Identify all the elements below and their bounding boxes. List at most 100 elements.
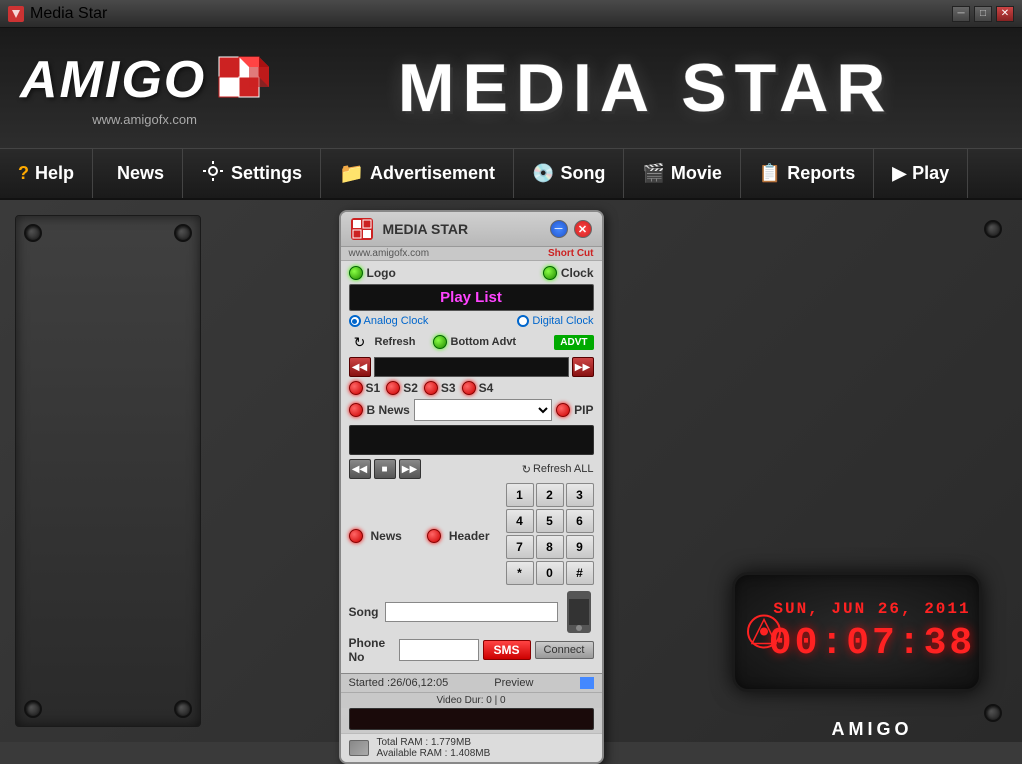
maximize-button[interactable]: □	[974, 6, 992, 22]
title-bar: Media Star ─ □ ✕	[0, 0, 1022, 28]
s2-item[interactable]: S2	[386, 381, 418, 395]
dark-strip	[349, 708, 594, 730]
minimize-button[interactable]: ─	[952, 6, 970, 22]
s4-item[interactable]: S4	[462, 381, 494, 395]
connect-button[interactable]: Connect	[535, 641, 594, 659]
analog-clock-radio[interactable]	[349, 315, 361, 327]
clock-led[interactable]	[543, 266, 557, 280]
s2-label: S2	[403, 381, 418, 395]
analog-clock-label: Analog Clock	[364, 315, 429, 327]
numpad-key-7[interactable]: 7	[506, 535, 534, 559]
nav-advertisement[interactable]: 📁 Advertisement	[321, 149, 514, 198]
preview-indicator	[580, 677, 594, 689]
song-row: Song	[349, 591, 594, 633]
vid-forward-button[interactable]: ▶▶	[399, 459, 421, 479]
widget-close-button[interactable]: ✕	[574, 220, 592, 238]
clock-wrapper: SUN, JUN 26, 2011 00:07:38 AMIGO	[742, 572, 1002, 722]
logo-led[interactable]	[349, 266, 363, 280]
black-strip	[349, 425, 594, 455]
vid-stop-button[interactable]: ■	[374, 459, 396, 479]
logo-label: Logo	[367, 266, 396, 280]
close-button[interactable]: ✕	[996, 6, 1014, 22]
logo-text: AMIGO	[20, 50, 206, 110]
clock-radio-row: Analog Clock Digital Clock	[349, 315, 594, 327]
refresh-all-button[interactable]: ↻ Refresh ALL	[522, 463, 594, 476]
logo-container: AMIGO www.amigofx.com	[20, 50, 269, 127]
bottom-advt-led[interactable]	[433, 335, 447, 349]
phone-input[interactable]	[399, 639, 479, 661]
ram-info: Total RAM : 1.779MB Available RAM : 1.40…	[341, 733, 602, 762]
started-label: Started :26/06,12:05	[349, 677, 449, 689]
numpad-key-2[interactable]: 2	[536, 483, 564, 507]
s3-label: S3	[441, 381, 456, 395]
widget-title: MEDIA STAR	[383, 221, 544, 237]
digital-clock-radio[interactable]	[517, 315, 529, 327]
news-select[interactable]	[414, 399, 552, 421]
nav-help-label: Help	[35, 163, 74, 184]
title-bar-controls: ─ □ ✕	[952, 6, 1014, 22]
numpad-key-1[interactable]: 1	[506, 483, 534, 507]
phone-label: Phone No	[349, 636, 395, 664]
media-controls-row: ◀◀ ▶▶	[349, 357, 594, 377]
vid-back-button[interactable]: ◀◀	[349, 459, 371, 479]
widget: MEDIA STAR ─ ✕ www.amigofx.com Short Cut…	[339, 210, 604, 764]
s3-item[interactable]: S3	[424, 381, 456, 395]
advertisement-icon: 📁	[339, 161, 364, 186]
s1-label: S1	[366, 381, 381, 395]
s2-led[interactable]	[386, 381, 400, 395]
widget-minimize-button[interactable]: ─	[550, 220, 568, 238]
nav-play-label: Play	[912, 163, 949, 184]
refresh-button[interactable]: ↻	[349, 331, 371, 353]
nav-movie-label: Movie	[671, 163, 722, 184]
s1-led[interactable]	[349, 381, 363, 395]
digital-clock-option[interactable]: Digital Clock	[517, 315, 593, 327]
numpad-key-0[interactable]: 0	[536, 561, 564, 585]
media-forward-button[interactable]: ▶▶	[572, 357, 594, 377]
nav-song-label: Song	[560, 163, 605, 184]
app-icon	[8, 6, 24, 22]
advt-button[interactable]: ADVT	[554, 335, 593, 350]
s1-item[interactable]: S1	[349, 381, 381, 395]
sms-button[interactable]: SMS	[483, 640, 531, 660]
nav-reports[interactable]: 📋 Reports	[741, 149, 874, 198]
analog-clock-option[interactable]: Analog Clock	[349, 315, 429, 327]
nav-song[interactable]: 💿 Song	[514, 149, 624, 198]
nav-news[interactable]: News	[93, 149, 183, 198]
screw-bl	[24, 700, 42, 718]
news-status-led[interactable]	[349, 529, 363, 543]
numpad-key-3[interactable]: 3	[566, 483, 594, 507]
nav-play[interactable]: ▶ Play	[874, 149, 968, 198]
logo-sub: www.amigofx.com	[92, 112, 197, 127]
refresh-advt-row: ↻ Refresh Bottom Advt ADVT	[349, 331, 594, 353]
s3-led[interactable]	[424, 381, 438, 395]
screw-br	[174, 700, 192, 718]
numpad-key-#[interactable]: #	[566, 561, 594, 585]
playlist-display: Play List	[349, 284, 594, 311]
phone-row: Phone No SMS Connect	[349, 636, 594, 664]
numpad-key-*[interactable]: *	[506, 561, 534, 585]
nav-help[interactable]: ? Help	[0, 149, 93, 198]
numpad-key-6[interactable]: 6	[566, 509, 594, 533]
header-status-led[interactable]	[427, 529, 441, 543]
screw-tr	[174, 224, 192, 242]
reports-icon: 📋	[759, 163, 781, 184]
widget-body: Logo Clock Play List Analog Clock	[341, 261, 602, 673]
nav-settings[interactable]: Settings	[183, 149, 321, 198]
song-input[interactable]	[385, 602, 558, 622]
numpad-key-5[interactable]: 5	[536, 509, 564, 533]
numpad-key-9[interactable]: 9	[566, 535, 594, 559]
b-news-led[interactable]	[349, 403, 363, 417]
media-back-button[interactable]: ◀◀	[349, 357, 371, 377]
song-icon: 💿	[532, 163, 554, 184]
numpad-key-8[interactable]: 8	[536, 535, 564, 559]
center-panel: MEDIA STAR ─ ✕ www.amigofx.com Short Cut…	[220, 200, 722, 742]
pip-led[interactable]	[556, 403, 570, 417]
nav-movie[interactable]: 🎬 Movie	[624, 149, 740, 198]
play-icon: ▶	[892, 163, 906, 184]
s4-label: S4	[479, 381, 494, 395]
s4-led[interactable]	[462, 381, 476, 395]
bottom-advt-label: Bottom Advt	[451, 336, 517, 348]
song-label: Song	[349, 605, 379, 619]
widget-logo-icon	[351, 218, 373, 240]
numpad-key-4[interactable]: 4	[506, 509, 534, 533]
